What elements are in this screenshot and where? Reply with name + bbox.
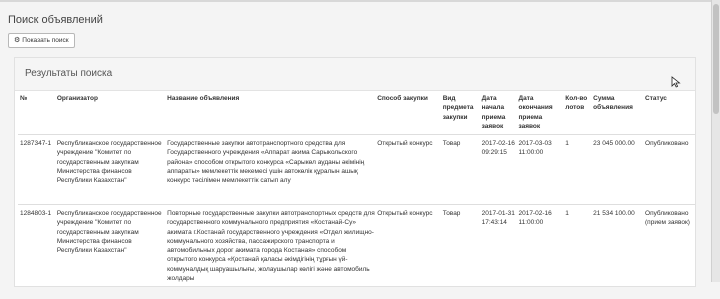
cell-method: Открытый конкурс xyxy=(377,205,443,299)
cell-num[interactable]: 1284803-1 xyxy=(18,205,57,299)
cell-start-date: 2017-02-16 09:29:15 xyxy=(482,135,519,205)
col-header-subject-type[interactable]: Вид предмета закупки xyxy=(443,90,482,135)
cell-subject-type: Товар xyxy=(443,205,482,299)
col-header-organizer[interactable]: Организатор xyxy=(57,90,167,135)
cell-sum: 23 045 000.00 xyxy=(593,135,645,205)
cell-organizer: Республиканское государственное учрежден… xyxy=(57,205,167,299)
results-title: Результаты поиска xyxy=(25,68,112,79)
page-scrollbar[interactable] xyxy=(711,0,720,282)
col-header-status[interactable]: Статус xyxy=(645,90,695,135)
cell-end-date: 2017-03-03 11:00:00 xyxy=(518,135,565,205)
cell-end-date: 2017-02-16 11:00:00 xyxy=(518,205,565,299)
cell-start-date: 2017-01-31 17:43:14 xyxy=(482,205,519,299)
table-row[interactable]: 1287347-1 Республиканское государственно… xyxy=(18,135,695,205)
cell-status: Опубликовано xyxy=(645,135,695,205)
col-header-sum[interactable]: Сумма объявления xyxy=(593,90,645,135)
col-header-name[interactable]: Название объявления xyxy=(167,90,377,135)
cell-name[interactable]: Повторные государственные закупки автотр… xyxy=(167,205,377,299)
cell-num[interactable]: 1287347-1 xyxy=(18,135,57,205)
cell-sum: 21 534 100.00 xyxy=(593,205,645,299)
results-panel: Результаты поиска № Организатор Название… xyxy=(14,57,696,287)
show-search-label: Показать поиск xyxy=(22,33,68,48)
show-search-button[interactable]: ⚙ Показать поиск xyxy=(8,33,75,48)
cell-status: Опубликовано (прием заявок) xyxy=(645,205,695,299)
scrollbar-thumb[interactable] xyxy=(713,4,719,114)
col-header-end-date[interactable]: Дата окончания приема заявок xyxy=(518,90,565,135)
page-title: Поиск объявлений xyxy=(8,14,103,26)
cell-method: Открытый конкурс xyxy=(377,135,443,205)
table-row[interactable]: 1284803-1 Республиканское государственно… xyxy=(18,205,695,299)
col-header-lots[interactable]: Кол-во лотов xyxy=(565,90,593,135)
cell-name[interactable]: Государственные закупки автотранспортног… xyxy=(167,135,377,205)
cell-lots: 1 xyxy=(565,135,593,205)
cell-organizer: Республиканское государственное учрежден… xyxy=(57,135,167,205)
mouse-cursor-icon xyxy=(671,76,681,88)
gear-icon: ⚙ xyxy=(14,37,20,44)
top-divider xyxy=(0,0,720,2)
col-header-method[interactable]: Способ закупки xyxy=(377,90,443,135)
results-panel-header: Результаты поиска xyxy=(15,58,695,91)
cell-lots: 1 xyxy=(565,205,593,299)
cell-subject-type: Товар xyxy=(443,135,482,205)
results-table: № Организатор Название объявления Способ… xyxy=(18,90,695,299)
col-header-num[interactable]: № xyxy=(18,90,57,135)
table-header-row: № Организатор Название объявления Способ… xyxy=(18,90,695,135)
col-header-start-date[interactable]: Дата начала приема заявок xyxy=(482,90,519,135)
